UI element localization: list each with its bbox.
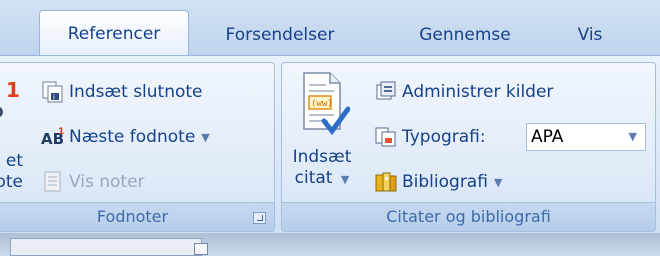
show-notes-label: Vis noter xyxy=(69,172,145,192)
insert-endnote-label: Indsæt slutnote xyxy=(69,82,203,102)
chevron-down-icon: ▼ xyxy=(340,173,350,186)
ruler-indent-marker[interactable] xyxy=(194,243,208,255)
style-select[interactable]: APA ▼ xyxy=(526,123,646,151)
endnote-icon: i xyxy=(41,81,65,103)
ribbon-tab-strip: Referencer Forsendelser Gennemse Vis xyxy=(0,0,660,56)
ribbon-body: 1 et ote i Indsæt slutnote AB 1 Næste fo… xyxy=(0,55,660,234)
citations-group-label: Citater og bibliografi xyxy=(282,202,655,231)
tab-vis[interactable]: Vis xyxy=(555,20,625,50)
svg-text:1: 1 xyxy=(58,127,64,137)
chevron-down-icon[interactable]: ▼ xyxy=(629,124,637,150)
group-footnotes: 1 et ote i Indsæt slutnote AB 1 Næste fo… xyxy=(0,62,275,232)
chevron-down-icon: ▼ xyxy=(493,175,503,189)
style-label: Typografi: xyxy=(402,127,486,147)
ruler xyxy=(10,238,202,256)
group-citations: (ww) Indsæt citat ▼ Administrer kilder T… xyxy=(281,62,656,232)
bibliography-button[interactable]: Bibliografi ▼ xyxy=(374,169,502,195)
svg-text:(ww): (ww) xyxy=(311,99,333,109)
footnotes-group-label: Fodnoter xyxy=(0,202,274,231)
manage-sources-icon xyxy=(374,81,398,103)
next-footnote-button[interactable]: AB 1 Næste fodnote ▼ xyxy=(41,124,210,150)
tab-referencer[interactable]: Referencer xyxy=(39,10,189,56)
style-icon xyxy=(374,126,398,148)
next-footnote-label: Næste fodnote xyxy=(69,127,196,147)
bibliography-icon xyxy=(374,171,398,193)
manage-sources-button[interactable]: Administrer kilder xyxy=(374,79,553,105)
footnote-number-marker: 1 xyxy=(6,78,20,102)
insert-citation-button[interactable]: (ww) Indsæt citat ▼ xyxy=(288,71,356,190)
svg-text:i: i xyxy=(53,94,55,102)
insert-citation-label: Indsæt xyxy=(292,147,352,167)
bibliography-label: Bibliografi xyxy=(402,172,488,192)
next-footnote-icon: AB 1 xyxy=(41,126,65,148)
show-notes-button[interactable]: Vis noter xyxy=(41,169,145,195)
insert-citation-icon: (ww) xyxy=(288,71,356,147)
dialog-launcher-icon[interactable] xyxy=(253,212,266,224)
show-notes-icon xyxy=(41,171,65,193)
tab-gennemse[interactable]: Gennemse xyxy=(395,20,535,50)
insert-footnote-label: et ote xyxy=(0,151,23,192)
insert-footnote-button[interactable]: 1 et ote xyxy=(0,63,27,203)
footnote-big-icon xyxy=(0,107,3,117)
chevron-down-icon: ▼ xyxy=(201,130,210,144)
insert-endnote-button[interactable]: i Indsæt slutnote xyxy=(41,79,203,105)
style-select-value: APA xyxy=(531,127,564,147)
manage-sources-label: Administrer kilder xyxy=(402,82,554,102)
style-control: Typografi: xyxy=(374,124,486,150)
insert-citation-label-line2: citat ▼ xyxy=(294,168,350,188)
tab-forsendelser[interactable]: Forsendelser xyxy=(205,20,355,50)
